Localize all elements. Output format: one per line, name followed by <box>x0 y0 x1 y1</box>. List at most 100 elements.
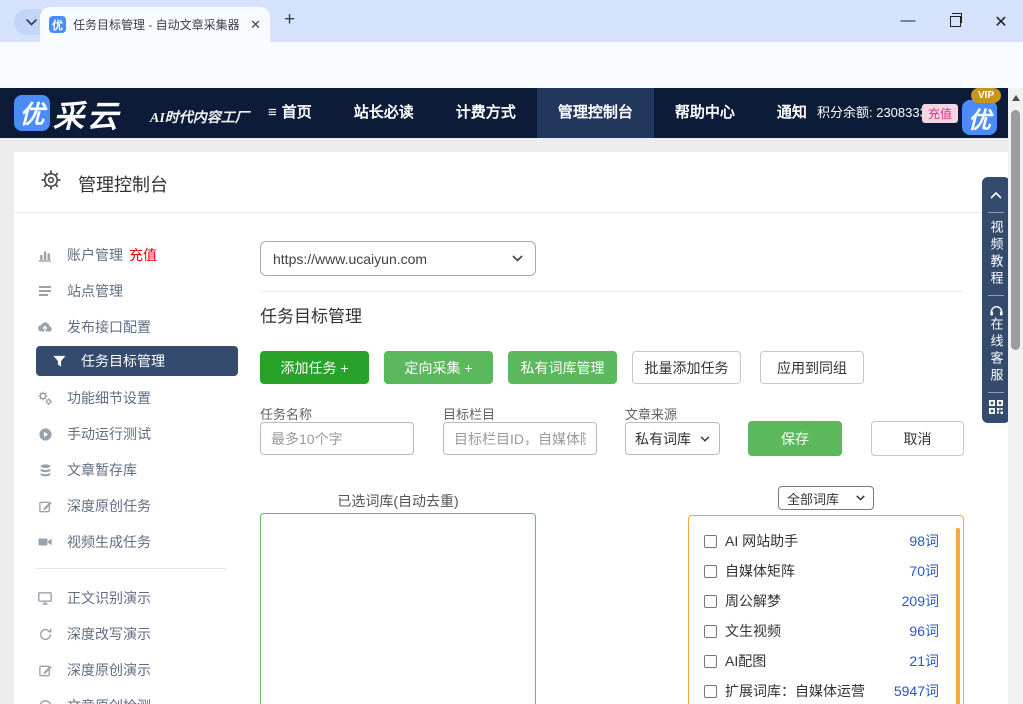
window-restore-button[interactable] <box>940 12 970 29</box>
nav-item-must-read[interactable]: 站长必读 <box>333 88 435 138</box>
nav-menu: ≡ 首页 站长必读 计费方式 管理控制台 帮助中心 通知 <box>247 88 828 138</box>
sidebar-item-body-recognition-demo[interactable]: 正文识别演示 <box>36 583 226 613</box>
nav-item-help[interactable]: 帮助中心 <box>654 88 756 138</box>
restore-icon <box>949 12 962 27</box>
batch-add-button[interactable]: 批量添加任务 <box>632 351 741 384</box>
edit-icon <box>36 499 54 514</box>
sidebar-item-publish-api[interactable]: 发布接口配置 <box>36 312 226 342</box>
sidebar-item-account[interactable]: 账户管理 充值 <box>36 240 226 270</box>
section-title: 任务目标管理 <box>260 307 362 326</box>
refresh-icon <box>36 627 54 642</box>
sidebar-item-sites[interactable]: 站点管理 <box>36 276 226 306</box>
library-row[interactable]: AI配图 21词 <box>689 646 963 676</box>
widget-divider <box>988 212 1004 213</box>
private-lexicon-button[interactable]: 私有词库管理 <box>508 351 617 384</box>
article-source-select[interactable]: 私有词库 <box>625 422 720 455</box>
selected-lexicon-label: 已选词库(自动去重) <box>337 493 459 509</box>
site-select[interactable]: https://www.ucaiyun.com <box>260 241 536 276</box>
cancel-button[interactable]: 取消 <box>871 421 964 456</box>
content-card: 管理控制台 账户管理 充值 站点管理 发布接口配置 任务目标管理 功能细节设置 … <box>14 152 1008 704</box>
sidebar-item-video-task[interactable]: 视频生成任务 <box>36 527 226 557</box>
task-name-label: 任务名称 <box>260 407 313 422</box>
sidebar-item-original-demo[interactable]: 深度原创演示 <box>36 655 226 685</box>
cloud-upload-icon <box>36 319 54 335</box>
lexicon-filter-select[interactable]: 全部词库 <box>778 486 874 510</box>
tab-close-icon[interactable]: ✕ <box>250 17 261 33</box>
page-scrollbar[interactable] <box>1008 88 1023 704</box>
list-scrollbar-thumb[interactable] <box>956 528 960 704</box>
sidebar-item-originality-check[interactable]: 文章原创检测 <box>36 691 226 704</box>
save-button[interactable]: 保存 <box>748 421 842 456</box>
chevron-down-icon <box>25 18 37 26</box>
library-checkbox[interactable] <box>704 624 717 638</box>
section-divider <box>260 291 963 292</box>
database-icon <box>36 463 54 478</box>
window-minimize-button[interactable]: — <box>893 12 923 29</box>
window-close-button[interactable]: ✕ <box>986 12 1016 32</box>
chevron-up-icon <box>990 191 1002 199</box>
online-service-button[interactable]: 在线客服 <box>989 317 1004 385</box>
floating-helper-widget: 视频教程 在线客服 <box>982 177 1010 423</box>
add-task-button[interactable]: 添加任务 + <box>260 351 369 384</box>
library-row[interactable]: 文生视频 96词 <box>689 616 963 646</box>
sidebar-item-manual-test[interactable]: 手动运行测试 <box>36 419 226 449</box>
tab-title: 任务目标管理 - 自动文章采集器 <box>73 18 239 32</box>
nav-item-pricing[interactable]: 计费方式 <box>435 88 537 138</box>
library-checkbox[interactable] <box>704 534 717 548</box>
site-logo-text[interactable]: 采云 <box>53 91 121 136</box>
sidebar-item-task-targets[interactable]: 任务目标管理 <box>36 346 238 376</box>
target-column-input[interactable] <box>443 422 597 455</box>
widget-divider <box>988 392 1004 393</box>
sidebar-item-article-cache[interactable]: 文章暂存库 <box>36 455 226 485</box>
browser-toolbar: ← → ⟳ ucaiyun.com/caiji/category/ ☆ 井 ⋮ <box>0 42 1023 123</box>
monitor-icon <box>36 590 54 606</box>
scrollbar-thumb[interactable] <box>1011 110 1020 350</box>
qr-code-icon[interactable] <box>989 400 1003 414</box>
user-avatar[interactable]: 优 <box>962 100 997 135</box>
new-tab-button[interactable]: + <box>284 9 295 31</box>
headset-icon <box>989 306 1003 316</box>
apply-to-group-button[interactable]: 应用到同组 <box>760 351 864 384</box>
library-row[interactable]: AI 网站助手 98词 <box>689 526 963 556</box>
library-row[interactable]: 扩展词库：自媒体运营 5947词 <box>689 676 963 704</box>
nav-item-home[interactable]: ≡ 首页 <box>247 88 333 138</box>
sidebar-item-rewrite-demo[interactable]: 深度改写演示 <box>36 619 226 649</box>
scroll-top-button[interactable] <box>990 184 1002 205</box>
library-row[interactable]: 自媒体矩阵 70词 <box>689 556 963 586</box>
browser-tab[interactable]: 优 任务目标管理 - 自动文章采集器 ✕ <box>40 7 270 42</box>
lexicon-list-box: AI 网站助手 98词 自媒体矩阵 70词 周公解梦 209词 文生视频 96词… <box>688 515 964 704</box>
vip-badge: VIP <box>971 88 1002 103</box>
library-row[interactable]: 周公解梦 209词 <box>689 586 963 616</box>
funnel-icon <box>50 354 68 369</box>
sidebar-item-feature-settings[interactable]: 功能细节设置 <box>36 383 226 413</box>
chevron-down-icon <box>700 435 710 442</box>
sidebar-recharge-link[interactable]: 充值 <box>129 245 157 265</box>
site-logo[interactable]: 优 <box>14 95 50 131</box>
site-tagline: AI时代内容工厂 <box>150 111 249 126</box>
targeted-collect-button[interactable]: 定向采集 + <box>384 351 493 384</box>
sidebar-divider <box>36 568 226 569</box>
library-checkbox[interactable] <box>704 594 717 608</box>
video-tutorial-button[interactable]: 视频教程 <box>989 220 1004 288</box>
circle-icon <box>36 699 54 704</box>
video-icon <box>36 534 54 550</box>
chevron-down-icon <box>856 495 865 501</box>
gear-icon <box>41 170 61 190</box>
edit-icon <box>36 663 54 678</box>
gears-icon <box>36 390 54 406</box>
browser-titlebar: 优 任务目标管理 - 自动文章采集器 ✕ + — ✕ <box>0 0 1023 42</box>
article-source-label: 文章来源 <box>625 407 678 422</box>
selected-lexicon-box[interactable] <box>260 513 536 704</box>
library-checkbox[interactable] <box>704 654 717 668</box>
library-checkbox[interactable] <box>704 564 717 578</box>
task-name-input[interactable] <box>260 422 414 455</box>
nav-item-console[interactable]: 管理控制台 <box>536 88 654 138</box>
page-title: 管理控制台 <box>78 175 168 195</box>
list-icon <box>36 283 54 299</box>
target-column-label: 目标栏目 <box>443 407 496 422</box>
scroll-up-icon[interactable] <box>1011 95 1020 101</box>
points-balance: 积分余额: 2308333 <box>817 105 927 120</box>
library-checkbox[interactable] <box>704 684 717 698</box>
sidebar-item-deep-original-task[interactable]: 深度原创任务 <box>36 491 226 521</box>
recharge-badge[interactable]: 充值 <box>922 104 959 123</box>
